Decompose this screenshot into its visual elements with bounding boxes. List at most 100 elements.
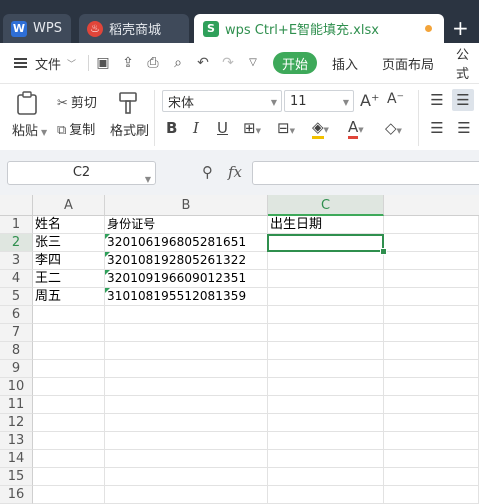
- cell-D3[interactable]: [384, 252, 479, 270]
- increase-font-size-icon[interactable]: A⁺: [360, 91, 379, 110]
- cell-C11[interactable]: [268, 396, 384, 414]
- border-icon[interactable]: ⊞▼: [243, 119, 261, 137]
- cell-D14[interactable]: [384, 450, 479, 468]
- row-header-11[interactable]: 11: [0, 396, 33, 414]
- decrease-font-size-icon[interactable]: A⁻: [387, 91, 404, 107]
- cell-B3[interactable]: 320108192805261322: [105, 252, 268, 270]
- cell-D13[interactable]: [384, 432, 479, 450]
- italic-icon[interactable]: I: [193, 119, 199, 137]
- row-header-4[interactable]: 4: [0, 270, 33, 288]
- cell-A15[interactable]: [33, 468, 105, 486]
- cell-D15[interactable]: [384, 468, 479, 486]
- cell-B13[interactable]: [105, 432, 268, 450]
- cell-C12[interactable]: [268, 414, 384, 432]
- cell-B1[interactable]: 身份证号: [105, 216, 268, 234]
- column-header-a[interactable]: A: [33, 195, 105, 216]
- tab-active-document[interactable]: S wps Ctrl+E智能填充.xlsx: [194, 14, 444, 43]
- cell-A3[interactable]: 李四: [33, 252, 105, 270]
- cell-A12[interactable]: [33, 414, 105, 432]
- cell-B16[interactable]: [105, 486, 268, 504]
- cell-D10[interactable]: [384, 378, 479, 396]
- paste-button[interactable]: 粘贴 ▼: [12, 120, 47, 139]
- fill-color-icon[interactable]: ◈▼: [312, 118, 329, 139]
- font-color-icon[interactable]: A▼: [348, 118, 364, 139]
- row-header-8[interactable]: 8: [0, 342, 33, 360]
- cell-D2[interactable]: [384, 234, 479, 252]
- cell-B6[interactable]: [105, 306, 268, 324]
- row-header-12[interactable]: 12: [0, 414, 33, 432]
- row-header-10[interactable]: 10: [0, 378, 33, 396]
- cell-A8[interactable]: [33, 342, 105, 360]
- share-icon[interactable]: ⇪: [120, 55, 136, 71]
- cell-C10[interactable]: [268, 378, 384, 396]
- cell-A10[interactable]: [33, 378, 105, 396]
- row-header-3[interactable]: 3: [0, 252, 33, 270]
- font-size-select[interactable]: 11 ▼: [284, 90, 354, 112]
- cell-C15[interactable]: [268, 468, 384, 486]
- file-menu[interactable]: 文件 ﹀: [35, 43, 76, 83]
- print-icon[interactable]: ⎙: [145, 55, 161, 71]
- bold-icon[interactable]: B: [166, 119, 177, 137]
- function-fx-icon[interactable]: fx: [228, 163, 242, 181]
- customize-chevron-icon[interactable]: ▽: [245, 55, 261, 71]
- tab-insert[interactable]: 插入: [332, 43, 358, 83]
- row-header-9[interactable]: 9: [0, 360, 33, 378]
- tab-start[interactable]: 开始: [273, 52, 317, 74]
- cell-D8[interactable]: [384, 342, 479, 360]
- row-header-16[interactable]: 16: [0, 486, 33, 504]
- cell-C6[interactable]: [268, 306, 384, 324]
- cell-D9[interactable]: [384, 360, 479, 378]
- cell-D7[interactable]: [384, 324, 479, 342]
- cell-D1[interactable]: [384, 216, 479, 234]
- undo-icon[interactable]: ↶: [195, 55, 211, 71]
- cell-A4[interactable]: 王二: [33, 270, 105, 288]
- cell-B12[interactable]: [105, 414, 268, 432]
- column-header-b[interactable]: B: [105, 195, 268, 216]
- row-header-2[interactable]: 2: [0, 234, 33, 252]
- cell-A13[interactable]: [33, 432, 105, 450]
- formula-input[interactable]: [252, 161, 479, 185]
- cell-B14[interactable]: [105, 450, 268, 468]
- cell-D4[interactable]: [384, 270, 479, 288]
- cell-B5[interactable]: 310108195512081359: [105, 288, 268, 306]
- print-preview-icon[interactable]: ⌕: [170, 55, 186, 71]
- copy-button[interactable]: ⧉ 复制: [57, 119, 95, 138]
- cell-C7[interactable]: [268, 324, 384, 342]
- zoom-search-icon[interactable]: ⚲: [202, 163, 213, 181]
- redo-icon[interactable]: ↷: [220, 55, 236, 71]
- row-header-6[interactable]: 6: [0, 306, 33, 324]
- new-tab-plus-icon[interactable]: +: [452, 14, 469, 42]
- cell-B9[interactable]: [105, 360, 268, 378]
- save-icon[interactable]: ▣: [95, 55, 111, 71]
- select-all-corner[interactable]: [0, 195, 33, 216]
- cell-B15[interactable]: [105, 468, 268, 486]
- cell-D16[interactable]: [384, 486, 479, 504]
- underline-icon[interactable]: U: [217, 119, 228, 137]
- cell-B8[interactable]: [105, 342, 268, 360]
- cell-A11[interactable]: [33, 396, 105, 414]
- row-header-7[interactable]: 7: [0, 324, 33, 342]
- cell-C16[interactable]: [268, 486, 384, 504]
- hamburger-menu-icon[interactable]: [14, 43, 28, 83]
- format-painter-brush-icon[interactable]: [117, 90, 141, 116]
- cell-A14[interactable]: [33, 450, 105, 468]
- align-middle-icon[interactable]: ☰: [452, 89, 474, 111]
- cell-D6[interactable]: [384, 306, 479, 324]
- cell-A16[interactable]: [33, 486, 105, 504]
- cell-C8[interactable]: [268, 342, 384, 360]
- fill-handle[interactable]: [380, 248, 387, 255]
- cell-C3[interactable]: [268, 252, 384, 270]
- cell-A6[interactable]: [33, 306, 105, 324]
- column-header-d[interactable]: [384, 195, 479, 216]
- cell-C4[interactable]: [268, 270, 384, 288]
- column-header-c[interactable]: C: [268, 195, 384, 216]
- cell-B2[interactable]: 320106196805281651: [105, 234, 268, 252]
- cell-C9[interactable]: [268, 360, 384, 378]
- cell-B10[interactable]: [105, 378, 268, 396]
- cell-C5[interactable]: [268, 288, 384, 306]
- cell-D11[interactable]: [384, 396, 479, 414]
- row-header-13[interactable]: 13: [0, 432, 33, 450]
- cell-A7[interactable]: [33, 324, 105, 342]
- row-header-14[interactable]: 14: [0, 450, 33, 468]
- font-name-select[interactable]: 宋体 ▼: [162, 90, 282, 112]
